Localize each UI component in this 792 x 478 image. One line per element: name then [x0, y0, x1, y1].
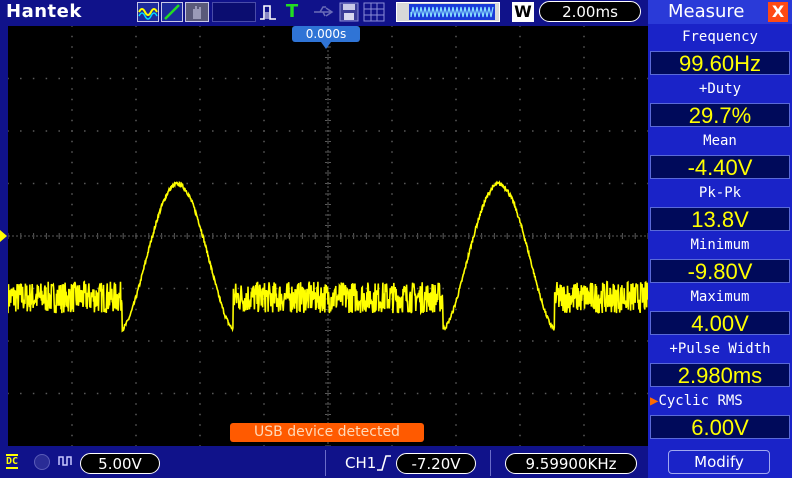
trigger-frequency-readout: 9.59900KHz [505, 453, 637, 474]
trigger-type-icon[interactable] [258, 2, 280, 22]
stop-hand-icon[interactable] [185, 2, 209, 22]
status-message: USB device detected [230, 423, 424, 442]
measure-value-mean[interactable]: -4.40V [650, 155, 790, 180]
ch1-ground-marker-icon[interactable] [0, 230, 7, 242]
memory-depth-icon [396, 2, 500, 22]
measure-label-maximum[interactable]: Maximum [650, 284, 790, 310]
ch1-trace [8, 180, 648, 333]
measure-label-pulse-width[interactable]: +Pulse Width [650, 336, 790, 362]
top-toolbar: Hantek T W 2.00ms [0, 0, 648, 24]
volts-per-div-readout[interactable]: 5.00V [80, 453, 160, 474]
timebase-readout[interactable]: 2.00ms [539, 1, 641, 22]
save-disk-icon[interactable] [338, 2, 360, 22]
divider [490, 450, 491, 476]
probe-icon[interactable] [58, 453, 74, 471]
panel-title: Measure [668, 1, 745, 22]
close-button[interactable]: X [768, 2, 788, 22]
measure-value-pkpk[interactable]: 13.8V [650, 207, 790, 232]
measure-label-minimum[interactable]: Minimum [650, 232, 790, 258]
divider [325, 450, 326, 476]
usb-icon [312, 2, 336, 22]
panel-header: Measure X [648, 0, 792, 24]
measure-label-cyclic-rms: Cyclic RMS [658, 393, 743, 409]
measure-value-minimum[interactable]: -9.80V [650, 259, 790, 284]
trigger-position-label[interactable]: 0.000s [292, 26, 360, 42]
status-slot [212, 2, 256, 22]
bandwidth-limit-icon[interactable] [34, 454, 50, 470]
memory-indicator: W [512, 2, 534, 22]
measure-label-pkpk[interactable]: Pk-Pk [650, 180, 790, 206]
waveform-display[interactable] [8, 26, 648, 446]
bottom-status-bar: DC 5.00V CH1 -7.20V 9.59900KHz [0, 448, 648, 478]
display-type-icon[interactable] [161, 2, 183, 22]
brand-logo: Hantek [6, 1, 82, 22]
measure-label-mean[interactable]: Mean [650, 128, 790, 154]
display-grid-icon[interactable] [362, 2, 386, 22]
measure-label-duty[interactable]: +Duty [650, 76, 790, 102]
measure-value-frequency[interactable]: 99.60Hz [650, 51, 790, 76]
trigger-status-icon: T [285, 1, 299, 22]
measure-panel: Measure X Frequency 99.60Hz +Duty 29.7% … [648, 0, 792, 478]
measure-value-duty[interactable]: 29.7% [650, 103, 790, 128]
trigger-level-readout[interactable]: -7.20V [396, 453, 476, 474]
dc-coupling-icon[interactable]: DC [6, 454, 19, 469]
measure-label-frequency[interactable]: Frequency [650, 24, 790, 50]
trigger-position-arrow-icon [321, 42, 331, 49]
coupling-label: DC [6, 454, 19, 469]
modify-button[interactable]: Modify [668, 450, 770, 474]
measure-value-cyclic-rms[interactable]: 6.00V [650, 415, 790, 440]
acquire-mode-icon[interactable] [137, 2, 159, 22]
measure-value-pulse-width[interactable]: 2.980ms [650, 363, 790, 388]
trigger-source-label[interactable]: CH1 [345, 454, 376, 472]
rising-edge-icon[interactable] [376, 454, 392, 472]
measure-value-maximum[interactable]: 4.00V [650, 311, 790, 336]
ch1-waveform-line [8, 180, 648, 333]
measure-item-cyclic-rms[interactable]: ▶Cyclic RMS [650, 388, 790, 414]
